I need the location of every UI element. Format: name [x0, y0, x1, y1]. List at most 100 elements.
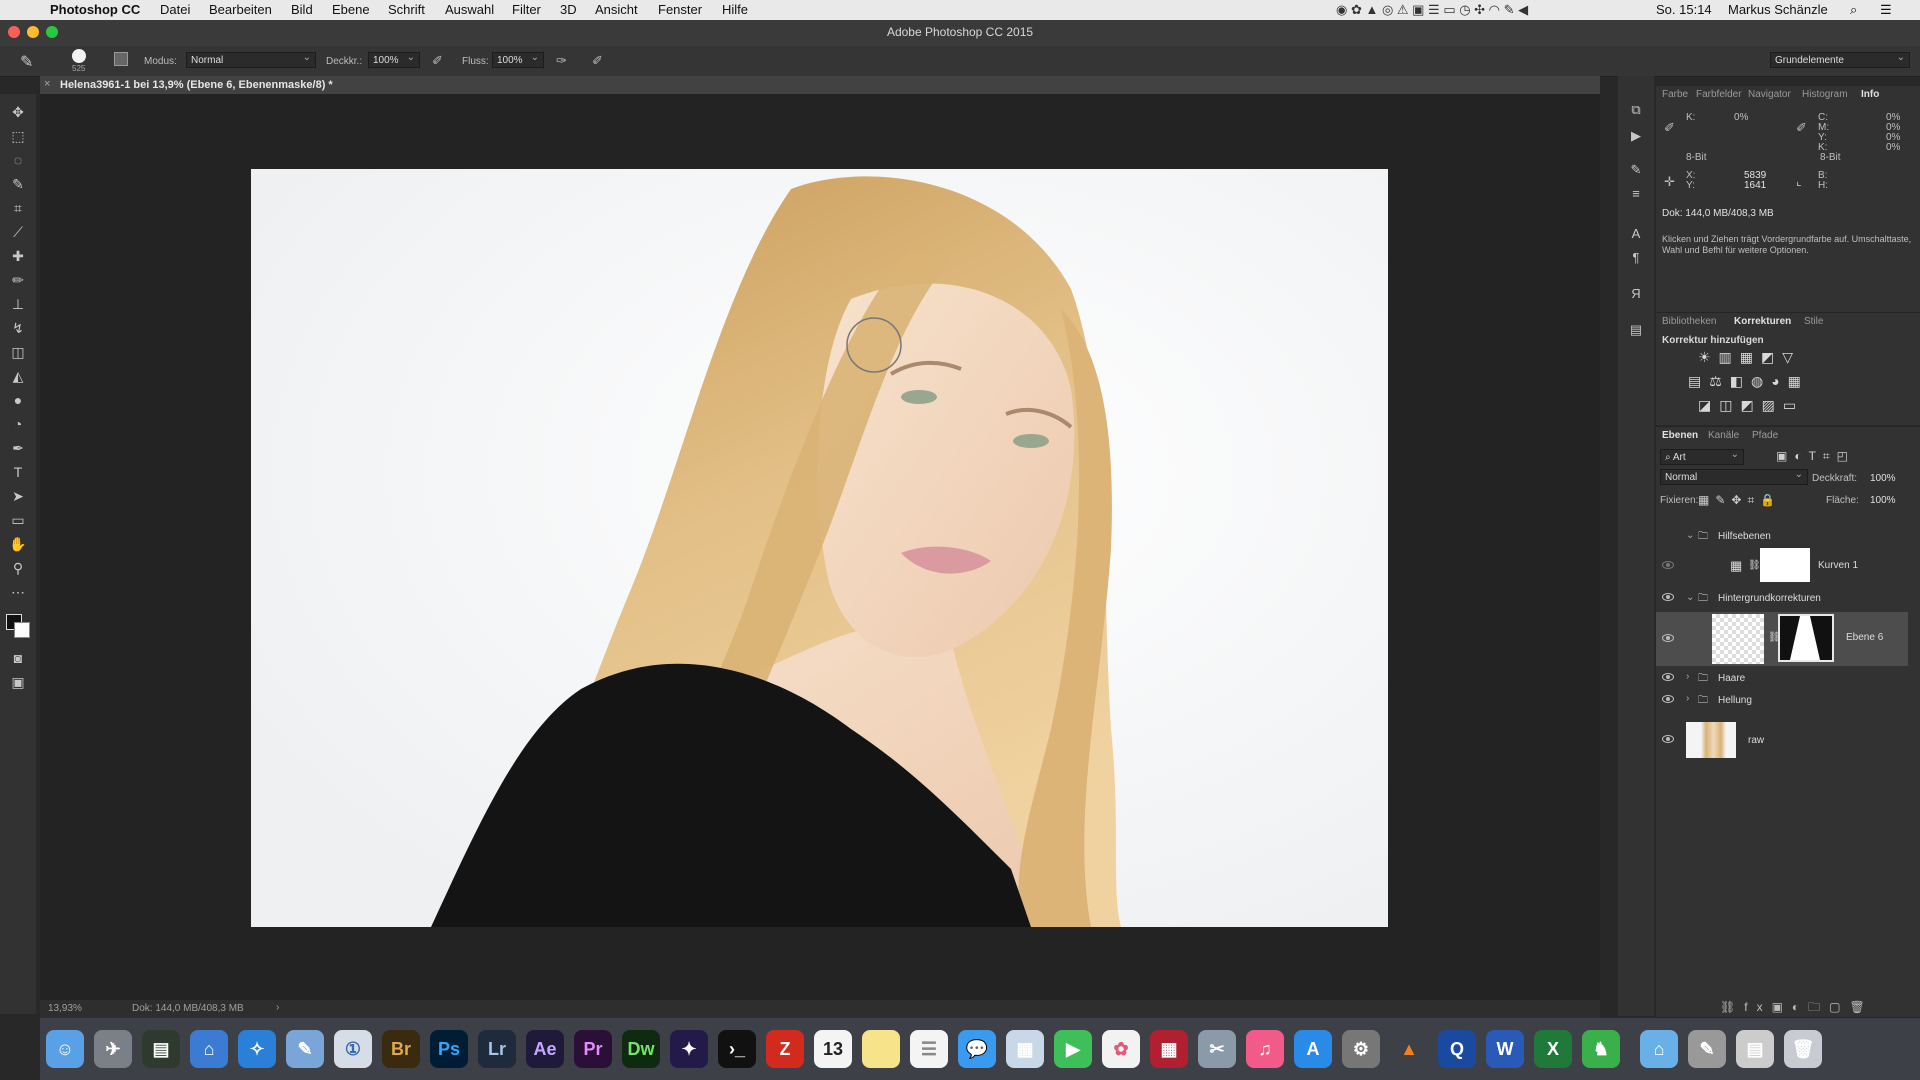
fill-value[interactable]: 100% [1870, 495, 1896, 506]
calendar-icon[interactable]: 13 [814, 1030, 852, 1068]
glyphs-icon[interactable]: Я [1627, 286, 1645, 304]
photo-booth-icon[interactable]: ▦ [1006, 1030, 1044, 1068]
layer-row-raw[interactable]: raw [1656, 720, 1908, 760]
fluss-dropdown[interactable]: 100% [492, 50, 544, 68]
document-canvas-photo[interactable] [251, 169, 1388, 927]
menu-datei[interactable]: Datei [160, 2, 190, 17]
vlc-icon[interactable]: ▲ [1390, 1030, 1428, 1068]
finder-icon[interactable]: ☺ [46, 1030, 84, 1068]
modus-dropdown[interactable]: Normal [186, 50, 316, 68]
visibility-eye-icon[interactable] [1662, 561, 1674, 569]
imovie-icon[interactable]: ✦ [670, 1030, 708, 1068]
clone-stamp-tool-icon[interactable]: ⊥ [8, 294, 28, 314]
background-color-swatch[interactable] [14, 622, 30, 638]
actions-play-icon[interactable]: ▶ [1627, 128, 1645, 146]
zoom-tool-icon[interactable]: ⚲ [8, 558, 28, 578]
preview-icon[interactable]: ✎ [286, 1030, 324, 1068]
layer-filter-dropdown[interactable]: ⌕ Art [1660, 447, 1744, 465]
deckkr-dropdown[interactable]: 100% [368, 50, 420, 68]
spotlight-icon[interactable]: ⌕ [1850, 2, 1857, 18]
layer-thumbnail[interactable] [1686, 722, 1736, 758]
layer-row-hilfsebenen[interactable]: ⌄ 🗀 Hilfsebenen [1656, 526, 1908, 548]
layer-filter-icons[interactable]: ▣◐T⌗◰ [1776, 449, 1855, 464]
tab-stile[interactable]: Stile [1804, 316, 1823, 327]
marquee-tool-icon[interactable]: ⬚ [8, 126, 28, 146]
menu-auswahl[interactable]: Auswahl [445, 2, 494, 17]
airbrush-icon[interactable]: ✑ [556, 53, 567, 69]
more-tools-icon[interactable]: ⋯ [8, 582, 28, 602]
tab-kanaele[interactable]: Kanäle [1708, 430, 1739, 441]
photo-app-icon[interactable]: ▦ [1150, 1030, 1188, 1068]
rectangle-tool-icon[interactable]: ▭ [8, 510, 28, 530]
evernote-icon[interactable]: ♞ [1582, 1030, 1620, 1068]
adjustment-icons-row-1[interactable]: ☀▥▦◩▽ [1698, 349, 1801, 366]
eyedropper-sample-icon[interactable]: ✐ [1664, 120, 1675, 136]
notes-icon[interactable] [862, 1030, 900, 1068]
opacity-value[interactable]: 100% [1870, 473, 1896, 484]
facetime-icon[interactable]: ▶ [1054, 1030, 1092, 1068]
move-tool-icon[interactable]: ✥ [8, 102, 28, 122]
tab-navigator[interactable]: Navigator [1748, 89, 1791, 100]
status-menu-chevron-icon[interactable]: › [276, 1002, 279, 1013]
eraser-tool-icon[interactable]: ◫ [8, 342, 28, 362]
visibility-eye-icon[interactable] [1662, 673, 1674, 681]
photoshop-icon[interactable]: Ps [430, 1030, 468, 1068]
layer-thumbnail[interactable] [1712, 614, 1764, 664]
visibility-eye-icon[interactable] [1662, 695, 1674, 703]
layer-row-kurven-1[interactable]: ▦ ⛓ Kurven 1 [1656, 548, 1908, 584]
status-icons[interactable]: ◉ ✿ ▲ ◎ ⚠ ▣ ☰ ▭ ◷ ✣ ◠ ✎ ◀ [1336, 2, 1528, 18]
quick-selection-tool-icon[interactable]: ✎ [8, 174, 28, 194]
user-name[interactable]: Markus Schänzle [1728, 2, 1828, 17]
folder-app-icon[interactable]: ⌂ [190, 1030, 228, 1068]
menu-schrift[interactable]: Schrift [388, 2, 425, 17]
history-brush-tool-icon[interactable]: ↯ [8, 318, 28, 338]
safari-icon[interactable]: ✧ [238, 1030, 276, 1068]
group-collapsed-chevron-icon[interactable]: › [1686, 693, 1689, 704]
menu-app-name[interactable]: Photoshop CC [50, 2, 140, 17]
utility-icon[interactable]: ✂ [1198, 1030, 1236, 1068]
quicktime-icon[interactable]: Q [1438, 1030, 1476, 1068]
visibility-eye-icon[interactable] [1662, 593, 1674, 601]
adjustment-icons-row-3[interactable]: ◪◫◩▨▭ [1698, 397, 1804, 414]
word-icon[interactable]: W [1486, 1030, 1524, 1068]
layer-row-haare[interactable]: › 🗀 Haare [1656, 668, 1908, 690]
document-tab[interactable]: × Helena3961-1 bei 13,9% (Ebene 6, Ebene… [40, 76, 1600, 94]
terminal-icon[interactable]: ›_ [718, 1030, 756, 1068]
onepassword-icon[interactable]: ① [334, 1030, 372, 1068]
dreamweaver-icon[interactable]: Dw [622, 1030, 660, 1068]
pen-tool-icon[interactable]: ✒ [8, 438, 28, 458]
notification-icon[interactable]: ☰ [1880, 2, 1892, 18]
brushes-icon[interactable]: ✎ [1627, 162, 1645, 180]
app-store-icon[interactable]: A [1294, 1030, 1332, 1068]
crop-tool-icon[interactable]: ⌗ [8, 198, 28, 218]
blur-tool-icon[interactable]: ● [8, 390, 28, 410]
menu-3d[interactable]: 3D [560, 2, 577, 17]
tab-farbfelder[interactable]: Farbfelder [1696, 89, 1742, 100]
properties-icon[interactable]: ▤ [1627, 322, 1645, 340]
adjustment-icons-row-2[interactable]: ▤⚖◧◍◕▦ [1688, 373, 1809, 390]
filezilla-icon[interactable]: Z [766, 1030, 804, 1068]
menu-bild[interactable]: Bild [291, 2, 313, 17]
brush-panel-toggle-icon[interactable] [114, 52, 128, 66]
excel-icon[interactable]: X [1534, 1030, 1572, 1068]
tab-korrekturen[interactable]: Korrekturen [1734, 316, 1791, 327]
eyedropper-tool-icon[interactable]: ⟋ [8, 222, 28, 242]
menu-ansicht[interactable]: Ansicht [595, 2, 638, 17]
pressure-opacity-icon[interactable]: ✐ [432, 53, 443, 69]
photos-icon[interactable]: ✿ [1102, 1030, 1140, 1068]
group-collapsed-chevron-icon[interactable]: › [1686, 671, 1689, 682]
tab-ebenen[interactable]: Ebenen [1662, 430, 1698, 441]
menu-fenster[interactable]: Fenster [658, 2, 702, 17]
eyedropper-cmyk-icon[interactable]: ✐ [1796, 120, 1807, 136]
adjust-sliders-icon[interactable]: ≡ [1627, 186, 1645, 204]
pressure-size-icon[interactable]: ✐ [592, 53, 603, 69]
lasso-tool-icon[interactable]: ◌ [8, 150, 28, 170]
visibility-eye-icon[interactable] [1662, 634, 1674, 642]
paint-bucket-tool-icon[interactable]: ◭ [8, 366, 28, 386]
blend-mode-dropdown[interactable]: Normal [1660, 467, 1808, 485]
brush-preview-icon[interactable] [72, 49, 86, 63]
applications-folder-icon[interactable]: ⌂ [1640, 1030, 1678, 1068]
tab-bibliotheken[interactable]: Bibliotheken [1662, 316, 1716, 327]
layer-mask-thumbnail[interactable] [1778, 614, 1834, 662]
reminders-icon[interactable]: ☰ [910, 1030, 948, 1068]
